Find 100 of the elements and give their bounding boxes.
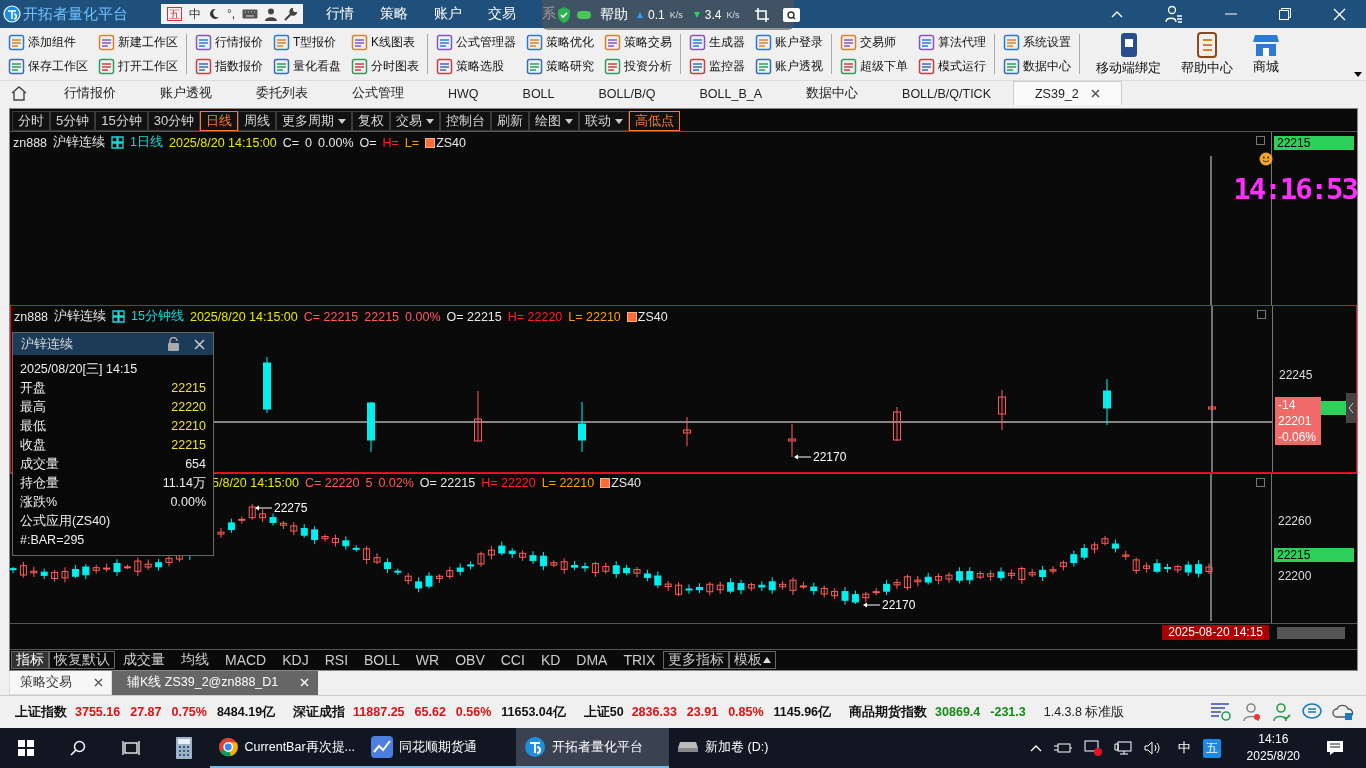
home-icon[interactable] xyxy=(10,85,28,101)
toolbar-button[interactable]: K线图表 xyxy=(349,30,421,54)
toolbar-button[interactable]: 量化看盘 xyxy=(271,54,343,78)
menu-item[interactable]: 帮助 xyxy=(596,4,632,26)
network-icon[interactable] xyxy=(1113,741,1132,755)
panel-toggle-icon[interactable] xyxy=(1257,310,1266,319)
toolbar-button[interactable]: 监控器 xyxy=(687,54,747,78)
workspace-tab[interactable]: BOLL/B/Q/TICK xyxy=(880,81,1013,105)
period-button[interactable]: 控制台 xyxy=(440,111,492,131)
ime-indicator[interactable]: 五 xyxy=(1202,738,1221,758)
search-icon[interactable] xyxy=(783,8,801,22)
punctuation-mode[interactable]: °, xyxy=(226,7,236,21)
toolbar-button[interactable]: T型报价 xyxy=(271,30,343,54)
input-language[interactable]: 中 xyxy=(1177,739,1191,757)
workspace-tab[interactable]: 行情报价 xyxy=(42,81,138,105)
grid-icon[interactable] xyxy=(111,136,125,149)
toolbar-button[interactable]: 算法代理 xyxy=(916,30,988,54)
toolbar-button[interactable]: 新建工作区 xyxy=(96,30,180,54)
period-button[interactable]: 高低点 xyxy=(629,111,681,131)
toolbar-button[interactable]: 账户透视 xyxy=(753,54,825,78)
indicator-button[interactable]: 模板 xyxy=(729,651,777,669)
user-list-icon[interactable] xyxy=(1165,5,1183,23)
toolbar-button[interactable]: 行情报价 xyxy=(193,30,265,54)
wrench-icon[interactable] xyxy=(284,7,297,21)
taskbar-app[interactable]: 新加卷 (D:) xyxy=(669,728,822,768)
large-toolbar-button[interactable]: 商城 xyxy=(1247,31,1285,77)
scroll-left-icon[interactable] xyxy=(1346,393,1356,423)
keyboard-icon[interactable] xyxy=(242,9,259,19)
notification-icon[interactable] xyxy=(1326,740,1344,756)
task-view-icon[interactable] xyxy=(122,740,140,756)
workspace-tab[interactable]: 账户透视 xyxy=(138,81,234,105)
toolbar-button[interactable]: 策略优化 xyxy=(524,30,596,54)
indicator-button[interactable]: 成交量 xyxy=(115,651,173,669)
chat-icon[interactable] xyxy=(1302,703,1322,721)
indicator-button[interactable]: 均线 xyxy=(173,651,217,669)
indicator-button[interactable]: RSI xyxy=(316,651,357,669)
bottom-tab[interactable]: 辅K线 ZS39_2@zn888_D1 xyxy=(112,669,319,695)
user-check-icon[interactable] xyxy=(1272,702,1292,722)
large-toolbar-button[interactable]: 移动端绑定 xyxy=(1090,30,1167,78)
workspace-tab[interactable]: 数据中心 xyxy=(784,81,881,105)
toolbar-button[interactable]: 策略交易 xyxy=(602,30,674,54)
grid-icon[interactable] xyxy=(112,310,126,323)
battery-icon[interactable] xyxy=(1053,742,1072,754)
indicator-button[interactable]: 更多指标 xyxy=(663,651,730,669)
toolbar-button[interactable]: 数据中心 xyxy=(1001,54,1073,78)
period-button[interactable]: 绘图 xyxy=(529,111,580,131)
period-button[interactable]: 联动 xyxy=(579,111,630,131)
collapse-icon[interactable] xyxy=(1111,10,1123,18)
indicator-button[interactable]: DMA xyxy=(568,651,616,669)
menu-item[interactable]: 策略 xyxy=(367,0,421,28)
bottom-tab[interactable]: 策略交易 xyxy=(9,669,112,695)
period-button[interactable]: 交易 xyxy=(390,111,441,131)
ime-language[interactable]: 中 xyxy=(189,5,201,23)
indicator-button[interactable]: WR xyxy=(407,651,448,669)
overflow-arrow-icon[interactable] xyxy=(1354,72,1362,77)
toolbar-button[interactable]: 分时图表 xyxy=(349,54,421,78)
toolbar-button[interactable]: 模式运行 xyxy=(916,54,988,78)
cloud-icon[interactable] xyxy=(1332,703,1354,721)
taskbar-app[interactable]: 开拓者量化平台 xyxy=(516,728,669,768)
period-button[interactable]: 更多周期 xyxy=(276,111,353,131)
indicator-button[interactable]: MACD xyxy=(217,651,275,669)
toolbar-button[interactable]: 策略研究 xyxy=(524,54,596,78)
menu-item[interactable]: 行情 xyxy=(313,0,367,28)
user-offline-icon[interactable] xyxy=(1242,702,1262,722)
crop-icon[interactable] xyxy=(754,7,771,23)
period-button[interactable]: 15分钟 xyxy=(95,111,148,131)
toolbar-button[interactable]: 指数报价 xyxy=(193,54,265,78)
toolbar-button[interactable]: 投资分析 xyxy=(602,54,674,78)
list-eye-icon[interactable] xyxy=(1210,702,1232,722)
toolbar-button[interactable]: 策略选股 xyxy=(434,54,518,78)
toolbar-button[interactable]: 添加组件 xyxy=(6,30,90,54)
indicator-button[interactable]: OBV xyxy=(447,651,493,669)
workspace-tab[interactable]: BOLL/B/Q xyxy=(576,81,678,105)
toolbar-button[interactable]: 生成器 xyxy=(687,30,747,54)
indicator-button[interactable]: 恢复默认 xyxy=(49,651,115,669)
taskbar-app[interactable]: CurrentBar再次提... xyxy=(210,728,363,768)
taskbar-app[interactable]: 同花顺期货通 xyxy=(363,728,516,768)
period-button[interactable]: 30分钟 xyxy=(147,111,201,131)
indicator-button[interactable]: BOLL xyxy=(356,651,408,669)
volume-icon[interactable] xyxy=(1143,741,1162,755)
menu-item[interactable]: 账户 xyxy=(421,0,475,28)
toolbar-button[interactable]: 打开工作区 xyxy=(96,54,180,78)
indicator-button[interactable]: KD xyxy=(532,651,569,669)
scrollbar-thumb[interactable] xyxy=(1277,627,1345,639)
large-toolbar-button[interactable]: 帮助中心 xyxy=(1175,30,1239,78)
indicator-button[interactable]: CCI xyxy=(492,651,533,669)
period-button[interactable]: 5分钟 xyxy=(50,111,96,131)
ime-mode[interactable]: 五 xyxy=(167,7,182,21)
period-button[interactable]: 分时 xyxy=(12,111,50,131)
workspace-tab[interactable]: BOLL xyxy=(500,81,577,105)
calculator-icon[interactable] xyxy=(176,737,192,759)
workspace-tab[interactable]: HWQ xyxy=(426,81,501,105)
panel-toggle-icon[interactable] xyxy=(1256,478,1265,487)
workspace-tab[interactable]: ZS39_2 xyxy=(1013,81,1122,105)
period-button[interactable]: 日线 xyxy=(200,111,239,131)
indicator-button[interactable]: 指标 xyxy=(11,651,49,669)
indicator-button[interactable]: TRIX xyxy=(615,651,664,669)
start-icon[interactable] xyxy=(18,740,34,756)
toolbar-button[interactable]: 账户登录 xyxy=(753,30,825,54)
chevron-up-icon[interactable] xyxy=(1029,744,1042,752)
